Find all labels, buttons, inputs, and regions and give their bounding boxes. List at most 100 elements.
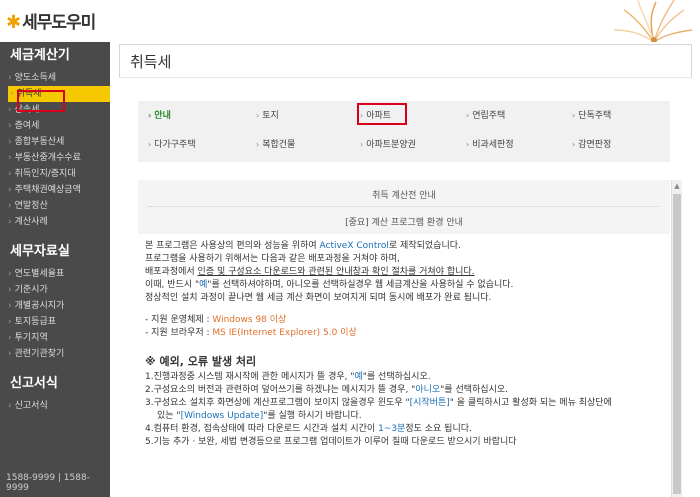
scroll-thumb[interactable] bbox=[673, 194, 681, 494]
arrow-icon: › bbox=[148, 140, 152, 149]
bullet-icon: › bbox=[8, 349, 12, 359]
content-line: 5.기능 추가 · 보완, 세법 변경등으로 프로그램 업데이트가 이루어 질때… bbox=[145, 437, 517, 447]
tab-label: 다가구주택 bbox=[154, 140, 196, 150]
sidebar-item-land-grade[interactable]: › 토지등급표 bbox=[8, 314, 110, 330]
bullet-icon: › bbox=[8, 185, 12, 195]
content-line: 이때, 반드시 "예"를 선택하셔야하며, 아니오를 선택하실경우 웹 세금계산… bbox=[145, 280, 514, 290]
sidebar-section-title: 신고서식 bbox=[10, 376, 58, 391]
arrow-icon: › bbox=[466, 140, 470, 149]
sidebar-item-label: 연말정산 bbox=[14, 201, 48, 211]
bullet-icon: › bbox=[8, 153, 12, 163]
tab-detached-house[interactable]: › 단독주택 bbox=[572, 109, 611, 123]
arrow-icon: › bbox=[572, 111, 576, 120]
tab-label: 복합건물 bbox=[262, 140, 296, 150]
sidebar-item-label: 기준시가 bbox=[14, 285, 48, 295]
sidebar-item-label: 계산사례 bbox=[14, 217, 48, 227]
bullet-icon: › bbox=[8, 169, 12, 179]
content-line: 프로그램을 사용하기 위해서는 다음과 같은 배포과정을 거쳐야 하며, bbox=[145, 254, 400, 264]
logo-icon: ✱ bbox=[6, 12, 21, 33]
calc-notice: 취득 계산전 안내 [중요] 계산 프로그램 환경 안내 bbox=[138, 180, 670, 234]
content-line: 본 프로그램은 사용상의 편의와 성능을 위하여 ActiveX Control… bbox=[145, 241, 461, 251]
bullet-icon: › bbox=[8, 121, 12, 131]
sidebar-item-year-end-settlement[interactable]: › 연말정산 bbox=[8, 198, 110, 214]
sidebar-item-calc-examples[interactable]: › 계산사례 bbox=[8, 214, 110, 230]
tab-row-house[interactable]: › 연립주택 bbox=[466, 109, 505, 123]
tab-presale-right[interactable]: › 아파트분양권 bbox=[360, 138, 416, 152]
bullet-icon: › bbox=[8, 201, 12, 211]
content-line: 1.진행과정중 시스템 재시작에 관한 메시지가 뜰 경우, "예"를 선택하십… bbox=[145, 372, 431, 382]
sidebar-item-label: 증여세 bbox=[14, 121, 40, 131]
sidebar-list: › 신고서식 bbox=[0, 398, 110, 414]
sidebar-item-label: 관련기관찾기 bbox=[14, 349, 65, 359]
content-line: 정상적인 설치 과정이 끝나면 웹 세금 계산 화면이 보여지게 되며 동시에 … bbox=[145, 293, 492, 303]
content-line: 배포과정에서 인증 및 구성요소 다운로드와 관련된 안내창과 확인 절차를 거… bbox=[145, 267, 475, 277]
bullet-icon: › bbox=[8, 105, 12, 115]
sidebar-section-title: 세무자료실 bbox=[10, 244, 70, 259]
header: ✱ 세무도우미 bbox=[0, 0, 700, 42]
calc-notice-subtitle: [중요] 계산 프로그램 환경 안내 bbox=[345, 218, 463, 228]
logo[interactable]: ✱ 세무도우미 bbox=[6, 8, 96, 33]
sidebar-item-property-tax[interactable]: › 종합부동산세 bbox=[8, 134, 110, 150]
sidebar-item-label: 양도소득세 bbox=[14, 73, 57, 83]
scroll-up-icon[interactable]: ▲ bbox=[672, 180, 682, 192]
tab-label: 연립주택 bbox=[472, 111, 506, 121]
sidebar-item-speculation-zone[interactable]: › 투기지역 bbox=[8, 330, 110, 346]
arrow-icon: › bbox=[148, 111, 152, 120]
logo-text: 세무도우미 bbox=[22, 13, 96, 33]
bullet-icon: › bbox=[8, 217, 12, 227]
tab-multi-family-house[interactable]: › 다가구주택 bbox=[148, 138, 196, 152]
guide-content: 본 프로그램은 사용상의 편의와 성능을 위하여 ActiveX Control… bbox=[145, 240, 665, 449]
bullet-icon: › bbox=[8, 137, 12, 147]
highlight-box bbox=[357, 103, 407, 125]
sidebar-item-report-forms[interactable]: › 신고서식 bbox=[8, 398, 110, 414]
arrow-icon: › bbox=[256, 111, 260, 120]
bullet-icon: › bbox=[8, 317, 12, 327]
sidebar-item-label: 투기지역 bbox=[14, 333, 48, 343]
bullet-icon: › bbox=[8, 301, 12, 311]
arrow-icon: › bbox=[256, 140, 260, 149]
sidebar-item-find-agency[interactable]: › 관련기관찾기 bbox=[8, 346, 110, 362]
content-line: 있는 "[Windows Update]"를 실행 하시기 바랍니다. bbox=[157, 411, 362, 421]
page-title: 취득세 bbox=[130, 53, 172, 71]
sidebar-item-land-price[interactable]: › 개별공시지가 bbox=[8, 298, 110, 314]
bullet-icon: › bbox=[10, 89, 14, 99]
bullet-icon: › bbox=[8, 333, 12, 343]
tab-tax-exempt-check[interactable]: › 비과세판정 bbox=[466, 138, 514, 152]
sidebar-section-title: 세금계산기 bbox=[10, 48, 70, 63]
content-line: 3.구성요소 설치후 화면상에 계산프로그램이 보이지 않을경우 윈도우 "[시… bbox=[145, 398, 612, 408]
content-line: 2.구성요소의 버전과 관련하여 덮어쓰기를 하겠냐는 메시지가 뜰 경우, "… bbox=[145, 385, 508, 395]
sidebar-item-label: 부동산중개수수료 bbox=[14, 153, 81, 163]
tab-label: 감면판정 bbox=[578, 140, 612, 150]
sidebar-item-standard-price[interactable]: › 기준시가 bbox=[8, 282, 110, 298]
sidebar-item-housing-bond[interactable]: › 주택채권예상금액 bbox=[8, 182, 110, 198]
tab-reduction-check[interactable]: › 감면판정 bbox=[572, 138, 611, 152]
content-line: 4.컴퓨터 환경, 접속상태에 따라 다운로드 시간과 설치 시간이 1~3분정… bbox=[145, 424, 472, 434]
sidebar-item-label: 취득인지/증지대 bbox=[14, 169, 76, 179]
bullet-icon: › bbox=[8, 401, 12, 411]
flower-decoration-icon bbox=[613, 0, 693, 42]
content-scrollbar[interactable]: ▲ bbox=[671, 180, 682, 497]
divider bbox=[148, 206, 660, 207]
sidebar-item-label: 개별공시지가 bbox=[14, 301, 65, 311]
calc-notice-title: 취득 계산전 안내 bbox=[372, 191, 436, 201]
tab-label: 단독주택 bbox=[578, 111, 612, 121]
sidebar-item-capital-gains-tax[interactable]: › 양도소득세 bbox=[8, 70, 110, 86]
tab-label: 비과세판정 bbox=[472, 140, 514, 150]
content-line: - 지원 브라우저 : MS IE(Internet Explorer) 5.0… bbox=[145, 328, 357, 338]
sidebar-item-stamp-fee[interactable]: › 취득인지/증지대 bbox=[8, 166, 110, 182]
page-title-box: 취득세 bbox=[119, 44, 692, 78]
tab-mixed-building[interactable]: › 복합건물 bbox=[256, 138, 295, 152]
tab-guide[interactable]: › 안내 bbox=[148, 109, 171, 123]
sidebar-item-gift-tax[interactable]: › 증여세 bbox=[8, 118, 110, 134]
tab-land[interactable]: › 토지 bbox=[256, 109, 279, 123]
sidebar-item-brokerage-fee[interactable]: › 부동산중개수수료 bbox=[8, 150, 110, 166]
tab-label: 안내 bbox=[154, 111, 171, 121]
arrow-icon: › bbox=[360, 140, 364, 149]
highlight-box bbox=[17, 90, 65, 112]
sidebar-item-label: 토지등급표 bbox=[14, 317, 57, 327]
sidebar-item-tax-rate-table[interactable]: › 연도별세율표 bbox=[8, 266, 110, 282]
section-heading: ※ 예외, 오류 발생 처리 bbox=[145, 355, 257, 368]
sidebar-item-label: 종합부동산세 bbox=[14, 137, 65, 147]
bullet-icon: › bbox=[8, 285, 12, 295]
contact-phone: 1588-9999 | 1588-9999 bbox=[6, 473, 90, 493]
